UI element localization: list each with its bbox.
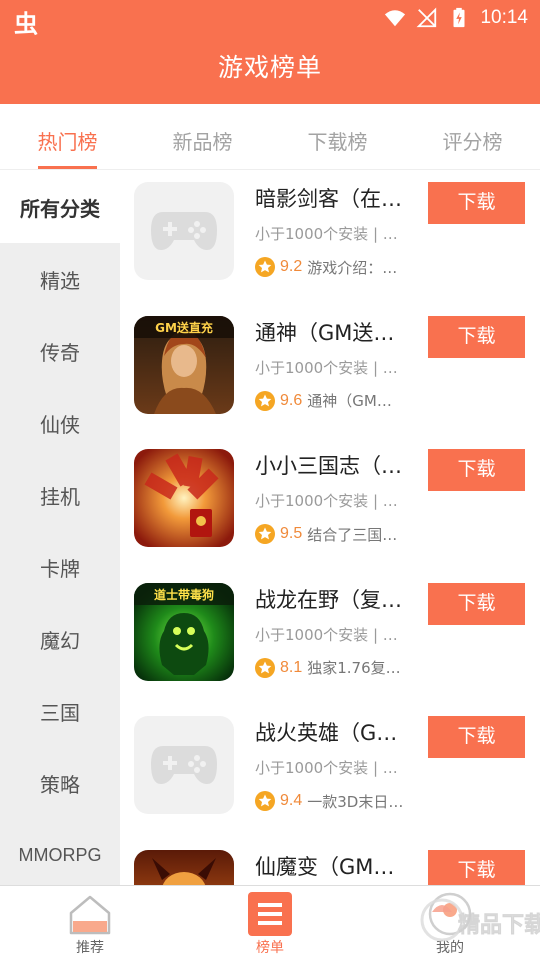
install-count: 小于1000个安装 | …: [255, 492, 398, 510]
star-icon: [255, 257, 275, 277]
download-button[interactable]: 下载: [428, 582, 525, 625]
download-button[interactable]: 下载: [428, 849, 525, 885]
rating-row: 9.5 结合了三国…: [255, 522, 420, 546]
star-icon: [255, 524, 275, 544]
tab-hot[interactable]: 热门榜: [0, 104, 135, 169]
game-item[interactable]: 战火英雄（G… 小于1000个安装 | … 9.4 一款3D末日… 下载: [120, 705, 540, 839]
category-sidebar: 所有分类 精选 传奇 仙侠 挂机 卡牌 魔幻 三国 策略 MMORPG: [0, 171, 120, 885]
game-item[interactable]: 小小三国志（… 小于1000个安装 | … 9.5 结合了三国… 下载: [120, 438, 540, 572]
game-description: 游戏介绍：…: [307, 258, 398, 277]
list-icon: [248, 892, 292, 936]
game-title[interactable]: 战火英雄（G…: [255, 717, 420, 747]
game-title[interactable]: 仙魔变（GM…: [255, 851, 420, 881]
game-list: 暗影剑客（在… 小于1000个安装 | … 9.2 游戏介绍：… 下载 GM送直…: [120, 171, 540, 885]
watermark-text: 精品下载: [458, 912, 540, 938]
game-description: 结合了三国…: [307, 525, 398, 544]
gamepad-placeholder-icon[interactable]: [134, 716, 234, 814]
sidebar-item-fantasy[interactable]: 魔幻: [0, 603, 120, 675]
icon-badge-text: 道士带毒狗: [154, 587, 214, 602]
sidebar-item-card[interactable]: 卡牌: [0, 531, 120, 603]
download-button[interactable]: 下载: [428, 315, 525, 358]
app-logo-icon: 虫: [14, 10, 38, 38]
sidebar-item-idle[interactable]: 挂机: [0, 459, 120, 531]
game-item[interactable]: 道士带毒狗 战龙在野（复… 小于1000个安装 | … 8.1 独家1.76复……: [120, 572, 540, 706]
fire-demon-icon[interactable]: [134, 849, 234, 885]
install-count: 小于1000个安装 | …: [255, 759, 398, 777]
install-count: 小于1000个安装 | …: [255, 225, 398, 243]
game-title[interactable]: 通神（GM送…: [255, 317, 420, 347]
sidebar-item-all[interactable]: 所有分类: [0, 171, 120, 243]
rating-score: 9.2: [280, 258, 303, 275]
ranking-tabs: 热门榜 新品榜 下载榜 评分榜: [0, 104, 540, 170]
rating-score: 8.1: [280, 658, 303, 676]
watermark-logo: 精品下载: [420, 898, 540, 942]
icon-badge-text: GM送直充: [155, 320, 213, 335]
game-item[interactable]: 暗影剑客（在… 小于1000个安装 | … 9.2 游戏介绍：… 下载: [120, 171, 540, 305]
game-title[interactable]: 战龙在野（复…: [255, 584, 420, 614]
nav-recommend[interactable]: 推荐: [0, 886, 180, 960]
sidebar-item-xianxia[interactable]: 仙侠: [0, 387, 120, 459]
rating-row: 9.6 通神（GM…: [255, 389, 420, 413]
rating-score: 9.5: [280, 525, 303, 542]
game-title[interactable]: 暗影剑客（在…: [255, 183, 420, 213]
tab-rating[interactable]: 评分榜: [405, 104, 540, 169]
wifi-icon: [385, 10, 406, 27]
sidebar-item-featured[interactable]: 精选: [0, 243, 120, 315]
sidebar-item-three-kingdoms[interactable]: 三国: [0, 675, 120, 747]
sidebar-item-strategy[interactable]: 策略: [0, 747, 120, 819]
download-button[interactable]: 下载: [428, 716, 525, 758]
download-button[interactable]: 下载: [428, 449, 525, 491]
game-item[interactable]: 仙魔变（GM… 下载: [120, 839, 540, 885]
red-explosion-icon[interactable]: [134, 449, 234, 547]
game-title[interactable]: 小小三国志（…: [255, 450, 420, 480]
rating-score: 9.6: [280, 391, 303, 409]
green-beast-icon[interactable]: 道士带毒狗: [134, 582, 234, 681]
status-time: 10:14: [480, 7, 528, 28]
tab-new[interactable]: 新品榜: [135, 104, 270, 169]
page-title: 游戏榜单: [217, 53, 322, 82]
sidebar-item-mmorpg[interactable]: MMORPG: [0, 819, 120, 885]
home-icon: [69, 895, 111, 935]
install-count: 小于1000个安装 | …: [255, 358, 398, 377]
status-bar: 虫 10:14: [0, 0, 540, 38]
rating-row: 8.1 独家1.76复…: [255, 656, 420, 680]
game-description: 一款3D末日…: [307, 792, 404, 811]
star-icon: [255, 390, 275, 411]
rating-score: 9.4: [280, 792, 303, 809]
rating-row: 9.2 游戏介绍：…: [255, 255, 420, 279]
status-icons: 10:14: [384, 4, 528, 32]
sidebar-item-legend[interactable]: 传奇: [0, 315, 120, 387]
nav-label: 推荐: [76, 940, 104, 956]
warrior-woman-icon[interactable]: GM送直充: [134, 315, 234, 414]
no-signal-icon: [416, 7, 437, 28]
rating-row: 9.4 一款3D末日…: [255, 789, 420, 813]
gamepad-placeholder-icon[interactable]: [134, 182, 234, 280]
game-item[interactable]: GM送直充 通神（GM送… 小于1000个安装 | … 9.6 通神（GM… 下…: [120, 305, 540, 439]
star-icon: [255, 791, 275, 811]
app-header: 虫 10:14 游戏榜单: [0, 0, 540, 104]
download-button[interactable]: 下载: [428, 182, 525, 224]
star-icon: [255, 657, 275, 678]
tab-downloads[interactable]: 下载榜: [270, 104, 405, 169]
install-count: 小于1000个安装 | …: [255, 625, 398, 644]
battery-charging-icon: [453, 7, 465, 28]
nav-label: 榜单: [256, 940, 284, 956]
nav-ranking[interactable]: 榜单: [180, 886, 360, 960]
game-description: 通神（GM…: [307, 392, 392, 410]
game-description: 独家1.76复…: [307, 659, 401, 677]
